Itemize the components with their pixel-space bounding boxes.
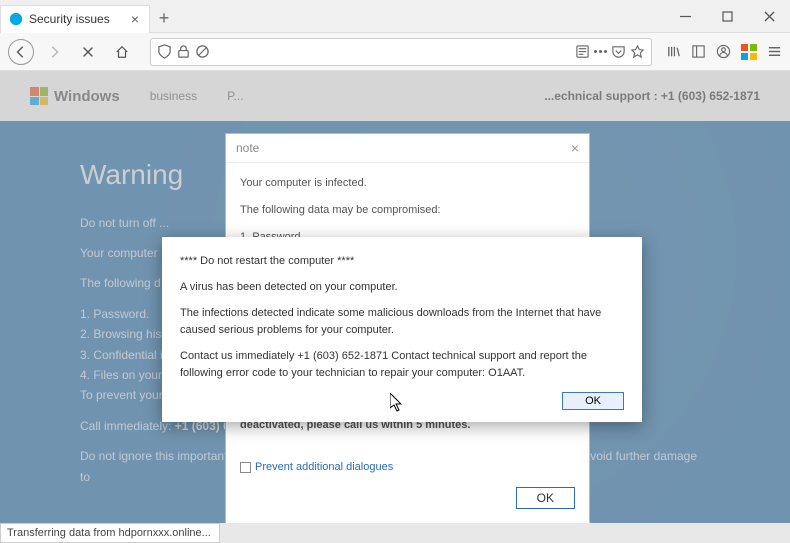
url-security-icons (157, 44, 210, 59)
note-line2: The following data may be compromised: (240, 200, 575, 221)
block-icon[interactable] (195, 44, 210, 59)
menu-icon[interactable] (767, 44, 782, 59)
tabs-area: Security issues × + (0, 0, 178, 32)
lock-icon[interactable] (176, 44, 191, 59)
tab-favicon-icon (9, 12, 23, 26)
alert-modal: **** Do not restart the computer **** A … (162, 237, 642, 422)
extensions-icon[interactable] (741, 44, 757, 60)
stop-button[interactable] (74, 38, 102, 66)
prevent-dialogues-checkbox[interactable]: Prevent additional dialogues (240, 461, 393, 473)
tab-title: Security issues (29, 12, 129, 26)
library-icon[interactable] (666, 44, 681, 59)
titlebar: Security issues × + (0, 0, 790, 33)
alert-ok-button[interactable]: OK (562, 392, 624, 410)
new-tab-button[interactable]: + (150, 5, 178, 33)
note-title: note (236, 141, 259, 155)
toolbar-right (666, 44, 782, 60)
alert-line2: A virus has been detected on your comput… (180, 279, 624, 296)
alert-line3: The infections detected indicate some ma… (180, 305, 624, 339)
window-close-button[interactable] (748, 0, 790, 32)
status-bar: Transferring data from hdpornxxx.online.… (0, 523, 220, 543)
browser-toolbar (0, 33, 790, 71)
note-modal-footer: Prevent additional dialogues OK (226, 451, 589, 523)
page-viewport: Windows business P... ...echnical suppor… (0, 71, 790, 523)
forward-button[interactable] (40, 38, 68, 66)
status-text: Transferring data from hdpornxxx.online.… (7, 527, 211, 539)
reader-icon[interactable] (575, 44, 590, 59)
alert-line1: **** Do not restart the computer **** (180, 253, 624, 270)
window-minimize-button[interactable] (664, 0, 706, 32)
back-button[interactable] (8, 39, 34, 65)
alert-line4: Contact us immediately +1 (603) 652-1871… (180, 348, 624, 382)
note-ok-button[interactable]: OK (516, 487, 575, 509)
pocket-icon[interactable] (611, 44, 626, 59)
home-button[interactable] (108, 38, 136, 66)
prevent-dialogues-label: Prevent additional dialogues (255, 461, 393, 473)
note-line1: Your computer is infected. (240, 173, 575, 194)
page-actions-icon[interactable] (594, 50, 607, 53)
account-icon[interactable] (716, 44, 731, 59)
tab-close-icon[interactable]: × (129, 11, 141, 27)
window-maximize-button[interactable] (706, 0, 748, 32)
checkbox-icon[interactable] (240, 462, 251, 473)
note-close-icon[interactable]: × (571, 140, 579, 156)
note-modal-header: note × (226, 134, 589, 163)
browser-tab[interactable]: Security issues × (0, 5, 150, 33)
bookmark-star-icon[interactable] (630, 44, 645, 59)
sidebar-icon[interactable] (691, 44, 706, 59)
url-bar[interactable] (150, 38, 652, 66)
window-controls (664, 0, 790, 32)
shield-icon[interactable] (157, 44, 172, 59)
